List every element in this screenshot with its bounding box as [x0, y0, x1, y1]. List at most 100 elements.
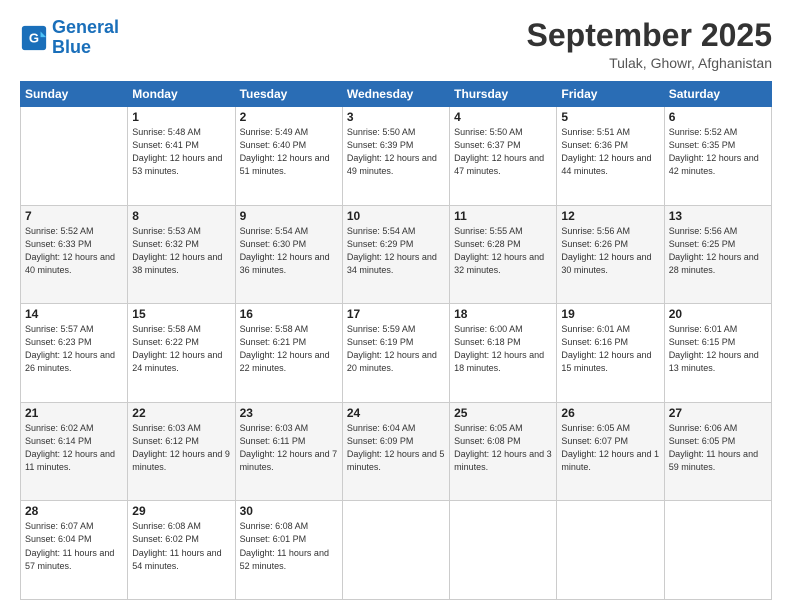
cell-info: Sunrise: 6:06 AMSunset: 6:05 PMDaylight:…: [669, 422, 767, 474]
table-row: 19 Sunrise: 6:01 AMSunset: 6:16 PMDayligh…: [557, 304, 664, 403]
cell-info: Sunrise: 6:02 AMSunset: 6:14 PMDaylight:…: [25, 422, 123, 474]
calendar-week-3: 14 Sunrise: 5:57 AMSunset: 6:23 PMDayligh…: [21, 304, 772, 403]
cell-info: Sunrise: 5:54 AMSunset: 6:29 PMDaylight:…: [347, 225, 445, 277]
col-friday: Friday: [557, 82, 664, 107]
col-thursday: Thursday: [450, 82, 557, 107]
svg-text:G: G: [29, 30, 39, 45]
cell-info: Sunrise: 5:50 AMSunset: 6:37 PMDaylight:…: [454, 126, 552, 178]
table-row: [21, 107, 128, 206]
table-row: 14 Sunrise: 5:57 AMSunset: 6:23 PMDayligh…: [21, 304, 128, 403]
table-row: 3 Sunrise: 5:50 AMSunset: 6:39 PMDaylight…: [342, 107, 449, 206]
calendar-week-2: 7 Sunrise: 5:52 AMSunset: 6:33 PMDaylight…: [21, 205, 772, 304]
cell-info: Sunrise: 5:53 AMSunset: 6:32 PMDaylight:…: [132, 225, 230, 277]
day-number: 7: [25, 209, 123, 223]
day-number: 9: [240, 209, 338, 223]
cell-info: Sunrise: 6:08 AMSunset: 6:02 PMDaylight:…: [132, 520, 230, 572]
table-row: 28 Sunrise: 6:07 AMSunset: 6:04 PMDayligh…: [21, 501, 128, 600]
day-number: 18: [454, 307, 552, 321]
table-row: 1 Sunrise: 5:48 AMSunset: 6:41 PMDaylight…: [128, 107, 235, 206]
day-number: 10: [347, 209, 445, 223]
table-row: 24Sunrise: 6:04 AMSunset: 6:09 PMDayligh…: [342, 402, 449, 501]
day-number: 24: [347, 406, 445, 420]
table-row: 4 Sunrise: 5:50 AMSunset: 6:37 PMDaylight…: [450, 107, 557, 206]
table-row: 17 Sunrise: 5:59 AMSunset: 6:19 PMDayligh…: [342, 304, 449, 403]
cell-info: Sunrise: 6:03 AMSunset: 6:12 PMDaylight:…: [132, 422, 230, 474]
day-number: 30: [240, 504, 338, 518]
table-row: 7 Sunrise: 5:52 AMSunset: 6:33 PMDaylight…: [21, 205, 128, 304]
cell-info: Sunrise: 5:54 AMSunset: 6:30 PMDaylight:…: [240, 225, 338, 277]
table-row: [557, 501, 664, 600]
table-row: 13Sunrise: 5:56 AMSunset: 6:25 PMDayligh…: [664, 205, 771, 304]
day-number: 1: [132, 110, 230, 124]
day-number: 2: [240, 110, 338, 124]
table-row: 30 Sunrise: 6:08 AMSunset: 6:01 PMDayligh…: [235, 501, 342, 600]
cell-info: Sunrise: 5:52 AMSunset: 6:35 PMDaylight:…: [669, 126, 767, 178]
day-number: 17: [347, 307, 445, 321]
day-number: 14: [25, 307, 123, 321]
table-row: 26Sunrise: 6:05 AMSunset: 6:07 PMDayligh…: [557, 402, 664, 501]
cell-info: Sunrise: 6:01 AMSunset: 6:15 PMDaylight:…: [669, 323, 767, 375]
day-number: 15: [132, 307, 230, 321]
day-number: 23: [240, 406, 338, 420]
cell-info: Sunrise: 5:51 AMSunset: 6:36 PMDaylight:…: [561, 126, 659, 178]
table-row: 22 Sunrise: 6:03 AMSunset: 6:12 PMDayligh…: [128, 402, 235, 501]
logo-line1: General: [52, 17, 119, 37]
day-number: 4: [454, 110, 552, 124]
day-number: 28: [25, 504, 123, 518]
month-title: September 2025: [527, 18, 772, 53]
day-number: 11: [454, 209, 552, 223]
table-row: 21 Sunrise: 6:02 AMSunset: 6:14 PMDayligh…: [21, 402, 128, 501]
location-title: Tulak, Ghowr, Afghanistan: [527, 55, 772, 71]
col-saturday: Saturday: [664, 82, 771, 107]
day-number: 29: [132, 504, 230, 518]
table-row: [342, 501, 449, 600]
cell-info: Sunrise: 5:57 AMSunset: 6:23 PMDaylight:…: [25, 323, 123, 375]
table-row: 8 Sunrise: 5:53 AMSunset: 6:32 PMDaylight…: [128, 205, 235, 304]
table-row: 16Sunrise: 5:58 AMSunset: 6:21 PMDayligh…: [235, 304, 342, 403]
table-row: 12 Sunrise: 5:56 AMSunset: 6:26 PMDayligh…: [557, 205, 664, 304]
table-row: 25Sunrise: 6:05 AMSunset: 6:08 PMDayligh…: [450, 402, 557, 501]
logo-icon: G: [20, 24, 48, 52]
table-row: [450, 501, 557, 600]
logo: G General Blue: [20, 18, 119, 58]
cell-info: Sunrise: 5:50 AMSunset: 6:39 PMDaylight:…: [347, 126, 445, 178]
day-number: 22: [132, 406, 230, 420]
table-row: 10 Sunrise: 5:54 AMSunset: 6:29 PMDayligh…: [342, 205, 449, 304]
cell-info: Sunrise: 6:03 AMSunset: 6:11 PMDaylight:…: [240, 422, 338, 474]
cell-info: Sunrise: 5:59 AMSunset: 6:19 PMDaylight:…: [347, 323, 445, 375]
cell-info: Sunrise: 5:58 AMSunset: 6:21 PMDaylight:…: [240, 323, 338, 375]
cell-info: Sunrise: 5:52 AMSunset: 6:33 PMDaylight:…: [25, 225, 123, 277]
calendar-header-row: Sunday Monday Tuesday Wednesday Thursday…: [21, 82, 772, 107]
page: G General Blue September 2025 Tulak, Gho…: [0, 0, 792, 612]
day-number: 19: [561, 307, 659, 321]
cell-info: Sunrise: 6:01 AMSunset: 6:16 PMDaylight:…: [561, 323, 659, 375]
cell-info: Sunrise: 5:56 AMSunset: 6:26 PMDaylight:…: [561, 225, 659, 277]
cell-info: Sunrise: 5:48 AMSunset: 6:41 PMDaylight:…: [132, 126, 230, 178]
cell-info: Sunrise: 5:58 AMSunset: 6:22 PMDaylight:…: [132, 323, 230, 375]
cell-info: Sunrise: 6:07 AMSunset: 6:04 PMDaylight:…: [25, 520, 123, 572]
cell-info: Sunrise: 6:00 AMSunset: 6:18 PMDaylight:…: [454, 323, 552, 375]
header: G General Blue September 2025 Tulak, Gho…: [20, 18, 772, 71]
table-row: 20 Sunrise: 6:01 AMSunset: 6:15 PMDayligh…: [664, 304, 771, 403]
day-number: 5: [561, 110, 659, 124]
cell-info: Sunrise: 5:49 AMSunset: 6:40 PMDaylight:…: [240, 126, 338, 178]
calendar-week-5: 28 Sunrise: 6:07 AMSunset: 6:04 PMDayligh…: [21, 501, 772, 600]
cell-info: Sunrise: 6:08 AMSunset: 6:01 PMDaylight:…: [240, 520, 338, 572]
table-row: 6Sunrise: 5:52 AMSunset: 6:35 PMDaylight…: [664, 107, 771, 206]
table-row: 15 Sunrise: 5:58 AMSunset: 6:22 PMDayligh…: [128, 304, 235, 403]
day-number: 8: [132, 209, 230, 223]
col-monday: Monday: [128, 82, 235, 107]
day-number: 20: [669, 307, 767, 321]
table-row: 29 Sunrise: 6:08 AMSunset: 6:02 PMDayligh…: [128, 501, 235, 600]
table-row: 18 Sunrise: 6:00 AMSunset: 6:18 PMDayligh…: [450, 304, 557, 403]
table-row: [664, 501, 771, 600]
table-row: 2 Sunrise: 5:49 AMSunset: 6:40 PMDaylight…: [235, 107, 342, 206]
title-block: September 2025 Tulak, Ghowr, Afghanistan: [527, 18, 772, 71]
day-number: 26: [561, 406, 659, 420]
table-row: 27Sunrise: 6:06 AMSunset: 6:05 PMDayligh…: [664, 402, 771, 501]
day-number: 21: [25, 406, 123, 420]
day-number: 25: [454, 406, 552, 420]
table-row: 23 Sunrise: 6:03 AMSunset: 6:11 PMDayligh…: [235, 402, 342, 501]
day-number: 12: [561, 209, 659, 223]
day-number: 3: [347, 110, 445, 124]
